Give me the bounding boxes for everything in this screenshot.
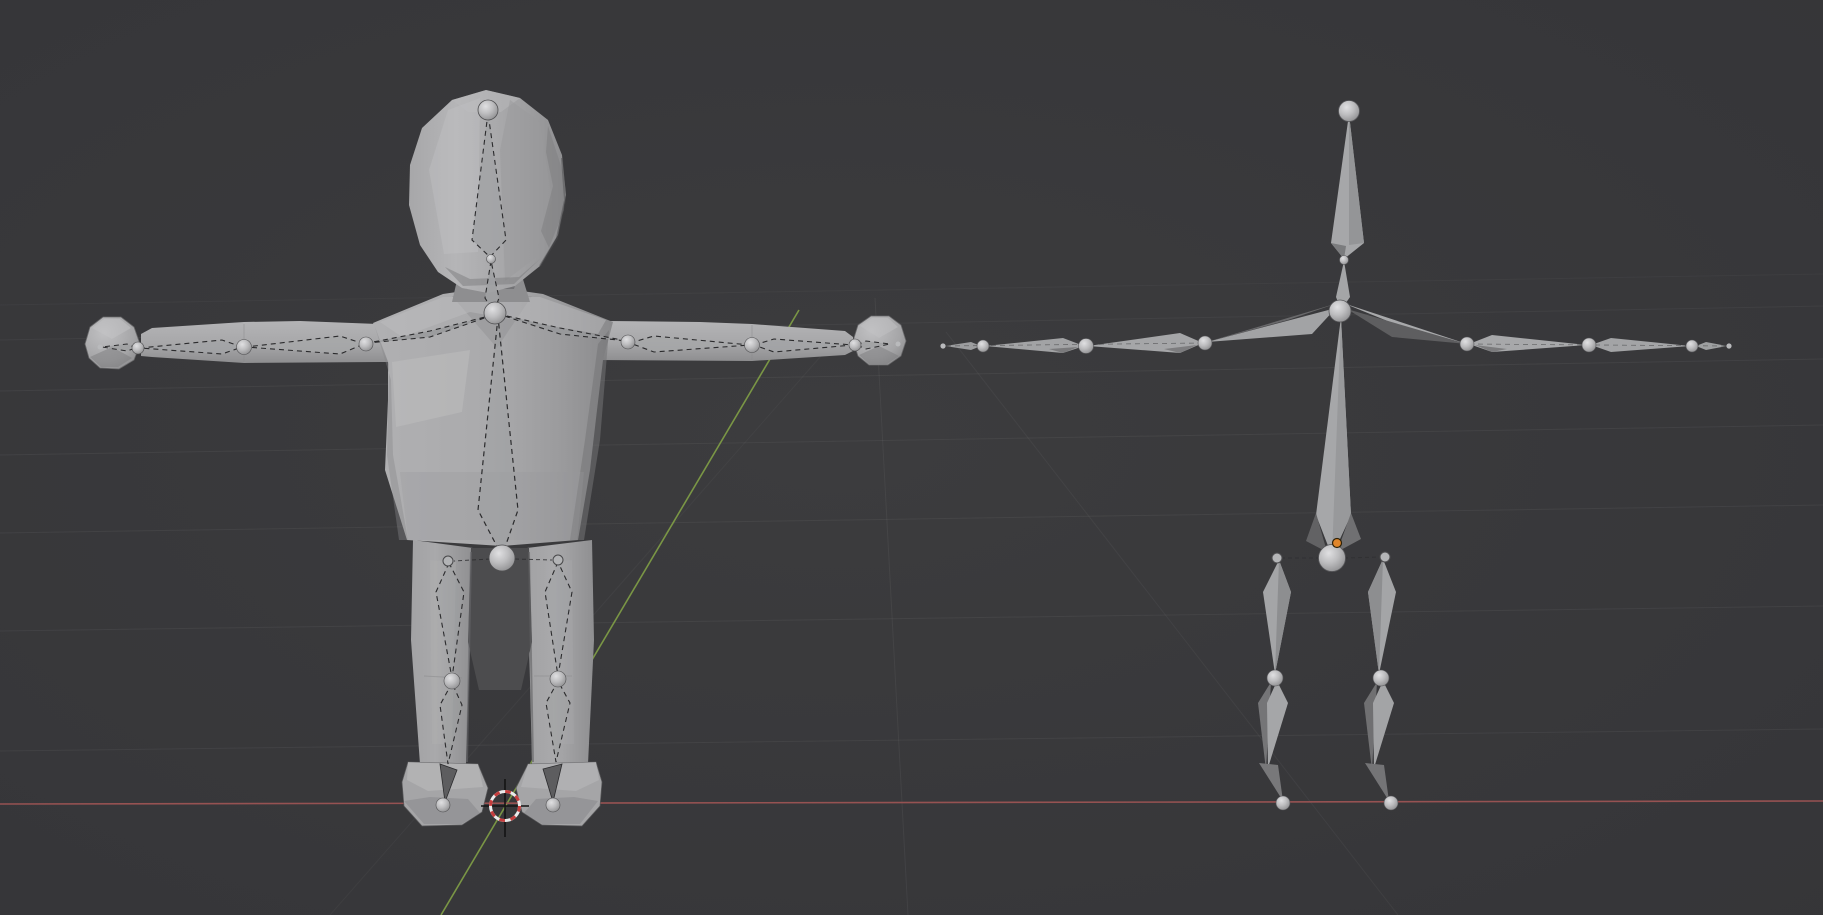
joint-knee-left[interactable] — [1267, 670, 1283, 686]
joint-toe-right[interactable] — [1384, 796, 1398, 810]
joint-shoulder-left[interactable] — [359, 337, 373, 351]
viewport-background — [0, 0, 1823, 915]
joint-chest[interactable] — [1329, 300, 1351, 322]
joint-elbow-right[interactable] — [745, 338, 760, 353]
joint-hip[interactable] — [1319, 545, 1346, 572]
joint-knee-right[interactable] — [550, 671, 566, 687]
joint-hand-tip-left[interactable] — [98, 345, 103, 350]
background-layer — [0, 0, 1823, 915]
joint-wrist-left[interactable] — [132, 342, 144, 354]
joint-head-tip[interactable] — [478, 100, 498, 120]
joint-shoulder-left[interactable] — [1198, 336, 1212, 350]
blender-3d-viewport — [0, 0, 1823, 915]
joint-toe-left[interactable] — [1276, 796, 1290, 810]
joint-thigh-head-left[interactable] — [443, 556, 453, 566]
joint-toe-left[interactable] — [436, 798, 450, 812]
joint-elbow-left[interactable] — [1079, 339, 1094, 354]
joint-shoulder-right[interactable] — [621, 335, 635, 349]
joint-wrist-left[interactable] — [977, 340, 989, 352]
joint-thigh-head-right[interactable] — [553, 555, 563, 565]
joint-wrist-right[interactable] — [1686, 340, 1698, 352]
joint-hip[interactable] — [489, 545, 515, 571]
joint-hand-tip-right[interactable] — [1726, 343, 1731, 348]
joint-knee-right[interactable] — [1373, 670, 1389, 686]
viewport-canvas — [0, 0, 1823, 915]
joint-chest[interactable] — [484, 302, 506, 324]
armature-origin-dot[interactable] — [1333, 539, 1342, 548]
joint-neck[interactable] — [1340, 256, 1349, 265]
joint-toe-right[interactable] — [546, 798, 560, 812]
joint-thigh-head-left[interactable] — [1272, 553, 1282, 563]
joint-thigh-head-right[interactable] — [1380, 552, 1390, 562]
joint-elbow-right[interactable] — [1582, 338, 1596, 352]
joint-neck[interactable] — [487, 255, 496, 264]
joint-elbow-left[interactable] — [237, 340, 252, 355]
joint-shoulder-right[interactable] — [1460, 337, 1474, 351]
joint-wrist-right[interactable] — [849, 339, 861, 351]
joint-hand-tip-left[interactable] — [940, 343, 945, 348]
joint-hand-tip-right[interactable] — [896, 342, 901, 347]
joint-head-tip[interactable] — [1339, 101, 1360, 122]
joint-knee-left[interactable] — [444, 673, 460, 689]
